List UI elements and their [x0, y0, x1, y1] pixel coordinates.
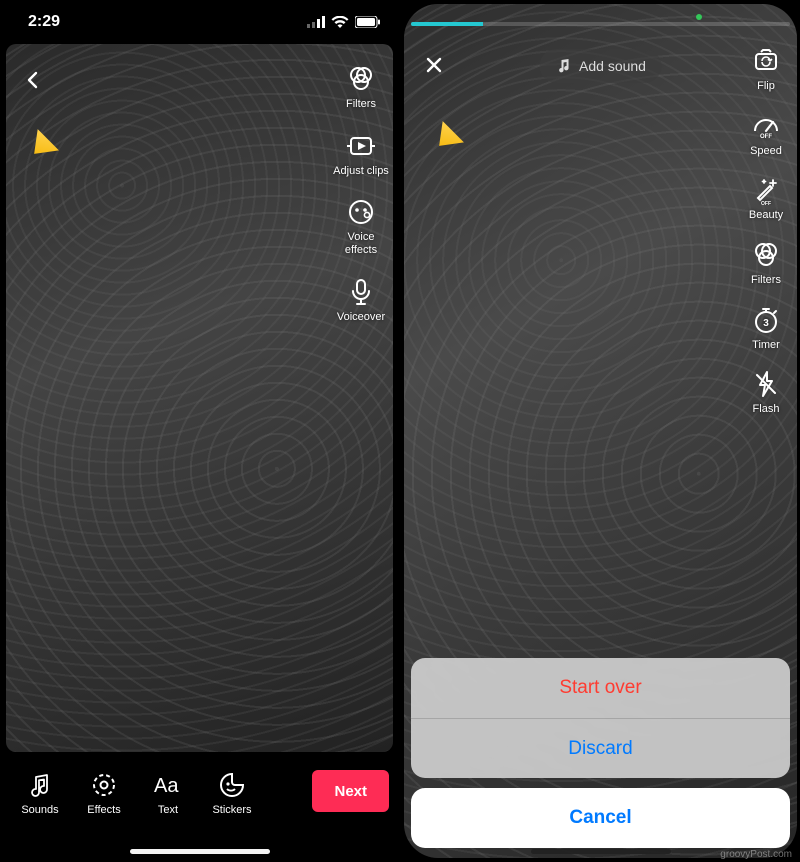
wifi-icon [331, 16, 349, 29]
status-time: 2:29 [28, 13, 60, 31]
filters-icon [344, 62, 378, 96]
watermark: groovyPost.com [720, 849, 792, 860]
home-indicator[interactable] [531, 849, 671, 854]
status-icons [307, 16, 381, 29]
svg-text:3: 3 [763, 318, 769, 329]
start-over-option[interactable]: Start over [411, 658, 790, 718]
record-progress [411, 22, 790, 26]
text-icon: Aa [153, 770, 183, 800]
cancel-option[interactable]: Cancel [411, 788, 790, 848]
text-nav[interactable]: Aa Text [138, 770, 198, 816]
filters-tool[interactable]: Filters [331, 62, 391, 111]
voiceover-tool[interactable]: Voiceover [331, 275, 391, 324]
home-indicator[interactable] [130, 849, 270, 854]
effects-nav[interactable]: Effects [74, 770, 134, 816]
filters-tool[interactable]: Filters [736, 238, 796, 287]
sounds-nav[interactable]: Sounds [10, 770, 70, 816]
discard-action-sheet: Start over Discard Cancel [411, 658, 790, 848]
flash-off-icon [749, 367, 783, 401]
close-button[interactable] [417, 48, 451, 82]
magic-wand-icon: OFF [749, 173, 783, 207]
sheet-options-group: Start over Discard [411, 658, 790, 778]
filters-icon [749, 238, 783, 272]
adjust-clips-icon [344, 129, 378, 163]
flip-camera-icon [749, 44, 783, 78]
beauty-tool[interactable]: OFF Beauty [736, 173, 796, 222]
svg-text:Aa: Aa [154, 775, 179, 797]
timer-tool[interactable]: 3 Timer [736, 303, 796, 352]
camera-in-use-indicator [696, 14, 702, 20]
flash-tool[interactable]: Flash [736, 367, 796, 416]
music-note-icon [25, 770, 55, 800]
phone-left-edit-screen: 2:29 Filters [0, 0, 399, 862]
voice-effects-tool[interactable]: Voice effects [331, 195, 391, 256]
timer-icon: 3 [749, 303, 783, 337]
stickers-nav[interactable]: Stickers [202, 770, 262, 816]
svg-text:OFF: OFF [761, 201, 771, 205]
bottom-nav: Sounds Effects Aa Text Stickers Next [0, 756, 399, 862]
next-button[interactable]: Next [312, 770, 389, 812]
signal-icon [307, 16, 325, 28]
speed-tool[interactable]: OFF Speed [736, 109, 796, 158]
status-bar: 2:29 [0, 0, 399, 44]
phone-right-record-screen: Add sound Flip OFF Speed OFF Beauty Filt… [401, 0, 800, 862]
voice-effects-icon [344, 195, 378, 229]
microphone-icon [344, 275, 378, 309]
record-progress-fill [411, 22, 483, 26]
sticker-icon [217, 770, 247, 800]
battery-icon [355, 16, 381, 28]
svg-text:OFF: OFF [760, 134, 772, 140]
speedometer-icon: OFF [749, 109, 783, 143]
back-button[interactable] [16, 63, 50, 97]
add-sound-button[interactable]: Add sound [539, 49, 662, 83]
adjust-clips-tool[interactable]: Adjust clips [331, 129, 391, 178]
effects-icon [89, 770, 119, 800]
discard-option[interactable]: Discard [411, 718, 790, 778]
flip-tool[interactable]: Flip [736, 44, 796, 93]
music-note-icon [555, 57, 571, 76]
